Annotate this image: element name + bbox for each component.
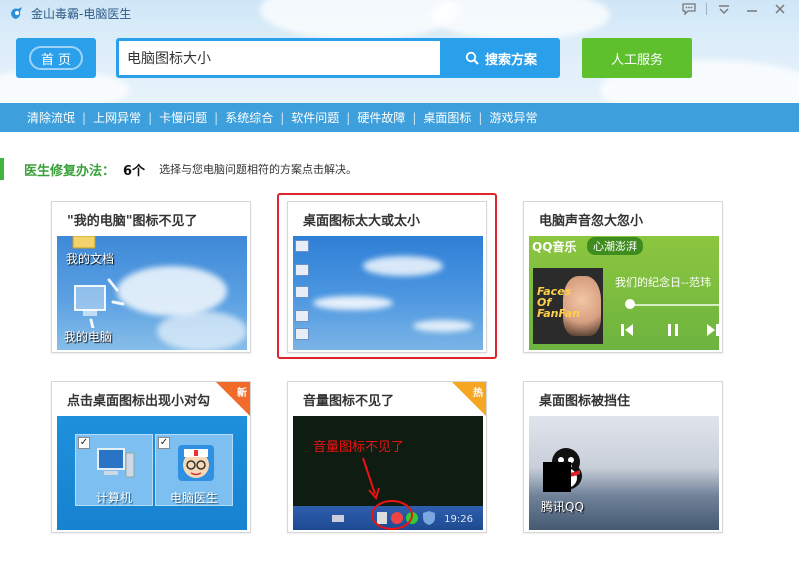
doctor-avatar-icon (178, 445, 214, 481)
next-icon (707, 324, 719, 336)
menu-icon[interactable] (713, 1, 735, 17)
card-thumbnail: ✓ 计算机 ✓ 电脑医生 (57, 416, 247, 530)
doctor-label: 电脑医生 (169, 491, 218, 505)
folder-icon (72, 236, 96, 249)
checkbox-icon: ✓ (78, 437, 90, 449)
search-icon (465, 51, 479, 65)
solutions-count: 6个 (123, 163, 146, 179)
computer-icon (97, 448, 135, 478)
qq-music-brand: QQ音乐 (532, 240, 577, 254)
song-title: 我们的纪念日--范玮 (615, 276, 711, 289)
nav-item-system[interactable]: 系统综合 (218, 109, 280, 126)
computer-tile: ✓ 计算机 (75, 434, 153, 506)
solution-card-checkbox-icons[interactable]: 点击桌面图标出现小对勾 新 ✓ 计算机 ✓ 电脑医生 (51, 381, 251, 533)
minimize-icon[interactable] (741, 1, 763, 17)
previous-icon (621, 324, 633, 336)
computer-label: 计算机 (95, 491, 132, 505)
hot-badge-label: 热 (473, 388, 483, 399)
card-thumbnail: 我的文档 我的电脑 (57, 236, 247, 350)
header: 金山毒霸-电脑医生 首页 搜索 (0, 0, 799, 103)
home-button-label: 首页 (40, 52, 75, 68)
shield-icon (423, 511, 435, 525)
nav-item-software[interactable]: 软件问题 (284, 109, 346, 126)
my-documents-label: 我的文档 (66, 252, 115, 266)
highlight-circle (371, 500, 413, 530)
window-title-text: 金山毒霸-电脑医生 (31, 6, 132, 21)
chat-icon[interactable] (678, 1, 700, 17)
search-button-label: 搜索方案 (484, 52, 537, 68)
solution-card-icon-covered[interactable]: 桌面图标被挡住 腾讯QQ (523, 381, 723, 533)
home-button[interactable]: 首页 (16, 38, 96, 78)
card-title: 音量图标不见了 (303, 394, 395, 409)
window-controls (678, 1, 791, 17)
qq-label: 腾讯QQ (541, 500, 584, 514)
overlay-caption: 音量图标不见了 (313, 440, 405, 455)
app-logo-icon (11, 7, 22, 19)
nav-item-desktop-icons[interactable]: 桌面图标 (416, 109, 478, 126)
human-service-label: 人工服务 (610, 52, 663, 68)
selection-highlight (277, 193, 497, 359)
search-button[interactable]: 搜索方案 (442, 38, 560, 78)
nav-item-slowness[interactable]: 卡慢问题 (152, 109, 214, 126)
solution-card-volume-icon-missing[interactable]: 音量图标不见了 热 音量图标不见了 19:26 (287, 381, 487, 533)
nav-item-rogue-cleanup[interactable]: 清除流氓 (20, 109, 82, 126)
search-input[interactable] (119, 41, 440, 75)
keyboard-icon (332, 515, 344, 522)
solution-card-volume-fluctuation[interactable]: 电脑声音忽大忽小 QQ音乐 心潮澎湃 Faces Of FanFan 我们的纪念… (523, 201, 723, 353)
human-service-button[interactable]: 人工服务 (582, 38, 692, 78)
card-title: 桌面图标被挡住 (539, 394, 631, 409)
progress-knob (625, 299, 635, 309)
pause-icon (668, 324, 678, 336)
home-button-frame: 首页 (29, 46, 83, 70)
solution-card-my-computer[interactable]: "我的电脑"图标不见了 我的文档 我的电脑 (51, 201, 251, 353)
card-title: "我的电脑"图标不见了 (67, 214, 198, 229)
mood-tag: 心潮澎湃 (587, 237, 643, 255)
card-title: 电脑声音忽大忽小 (539, 214, 644, 229)
arrow-icon (362, 457, 380, 500)
my-computer-ghost-icon (74, 278, 125, 328)
album-title: Faces Of FanFan (537, 285, 581, 320)
covering-box (543, 462, 571, 492)
new-badge-label: 新 (237, 388, 247, 399)
clock-time: 19:26 (444, 514, 473, 525)
close-icon[interactable] (769, 1, 791, 17)
nav-item-games[interactable]: 游戏异常 (482, 109, 544, 126)
checkbox-icon: ✓ (158, 437, 170, 449)
nav-item-hardware[interactable]: 硬件故障 (350, 109, 412, 126)
search-box: 搜索方案 (116, 38, 560, 78)
solutions-description: 选择与您电脑问题相符的方案点击解决。 (159, 163, 358, 176)
solutions-summary: 医生修复办法： 6个 选择与您电脑问题相符的方案点击解决。 (0, 158, 357, 180)
card-thumbnail: QQ音乐 心潮澎湃 Faces Of FanFan 我们的纪念日--范玮 (529, 236, 719, 350)
card-title: 点击桌面图标出现小对勾 (67, 394, 211, 409)
solutions-label: 医生修复办法： (24, 163, 116, 179)
progress-track (629, 304, 719, 306)
divider (706, 3, 707, 15)
album-cover: Faces Of FanFan (533, 268, 603, 344)
accent-bar (0, 158, 4, 180)
doctor-tile: ✓ 电脑医生 (155, 434, 233, 506)
my-computer-label: 我的电脑 (64, 330, 113, 344)
nav-item-internet[interactable]: 上网异常 (86, 109, 148, 126)
app-window: 金山毒霸-电脑医生 首页 搜索 (0, 0, 799, 568)
card-thumbnail: 音量图标不见了 19:26 (293, 416, 483, 530)
category-nav: 清除流氓 | 上网异常 | 卡慢问题 | 系统综合 | 软件问题 | 硬件故障 … (0, 103, 799, 132)
card-thumbnail: 腾讯QQ (529, 416, 719, 530)
window-title: 金山毒霸-电脑医生 (9, 4, 131, 22)
